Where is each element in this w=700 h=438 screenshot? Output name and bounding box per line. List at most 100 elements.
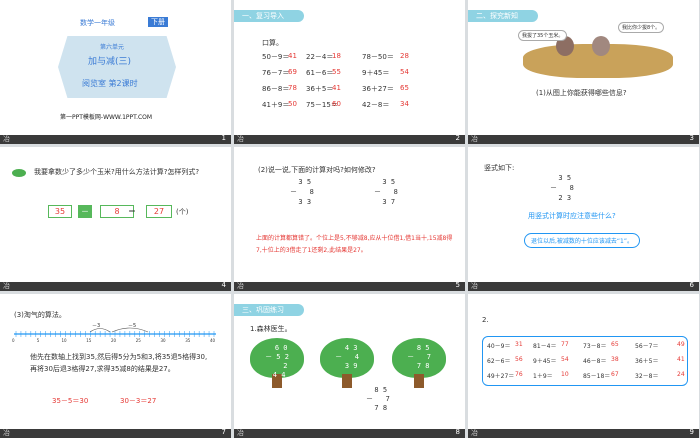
slide-number: 2 xyxy=(455,134,460,142)
calc-question: 22－4＝ xyxy=(306,53,334,61)
slide-thumbnail-3[interactable]: 二、探究新知 我拔了35个玉米。 我比你少拔8个。 (1)从图上你能获得哪些信息… xyxy=(468,0,699,144)
calc-row: 50－9＝ 41 22－4＝ 18 78－50＝ 28 xyxy=(262,52,442,64)
slide-thumbnail-1[interactable]: 数学一年级 下册 第六单元 加与减(三) 阅览室 第2课时 第一PPT模板网-W… xyxy=(0,0,231,144)
calc-answer: 34 xyxy=(400,100,409,108)
calc-question: 50－9＝ xyxy=(262,53,290,61)
slide-thumbnail-8[interactable]: 三、巩固练习 1.森林医生。 6 0 － 5 2 2 4 4 4 3 － 4 3… xyxy=(234,294,465,438)
number-box-1: 35 xyxy=(48,205,72,218)
slide-footer: 冶6 xyxy=(468,281,699,291)
slide-thumbnail-9[interactable]: 2. 40－9＝ 31 81－4＝ 77 73－8＝ 65 56－7＝ 49 62－6＝ 56 9＋… xyxy=(468,294,699,438)
equals-sign: ＝ xyxy=(128,207,136,216)
practice-question: 81－4＝ xyxy=(533,343,557,350)
calc-question: 36＋27＝ xyxy=(362,85,394,93)
practice-question: 49＋27＝ xyxy=(487,373,515,380)
practice-answer: 77 xyxy=(561,341,569,348)
tree-problem-1: 6 0 － 5 2 2 4 4 xyxy=(250,338,304,388)
speech-bubble-1: 我拔了35个玉米。 xyxy=(518,30,568,41)
practice-question: 36＋5＝ xyxy=(635,358,659,365)
prompt-text: 用竖式计算时应注意些什么? xyxy=(528,212,616,220)
tick-labels: 0 5 10 15 20 25 30 35 40 xyxy=(12,338,218,344)
equation-2: 30－3＝27 xyxy=(120,397,157,405)
tree-problem-2: 4 3 － 4 3 9 xyxy=(320,338,374,388)
operator-box: － xyxy=(78,205,92,218)
practice-answer: 24 xyxy=(677,371,685,378)
calc-question: 78－50＝ xyxy=(362,53,394,61)
practice-question: 62－6＝ xyxy=(487,358,511,365)
slide-footer: 冶5 xyxy=(234,281,465,291)
tick-label: 15 xyxy=(86,338,92,343)
practice-answer: 67 xyxy=(611,371,619,378)
slide-grid: 数学一年级 下册 第六单元 加与减(三) 阅览室 第2课时 第一PPT模板网-W… xyxy=(0,0,700,438)
practice-question: 85－18＝ xyxy=(583,373,611,380)
calc-answer: 18 xyxy=(332,52,341,60)
calc-question: 36＋5＝ xyxy=(306,85,334,93)
practice-answer: 65 xyxy=(611,341,619,348)
calc-answer: 55 xyxy=(332,68,341,76)
calc-answer: 60 xyxy=(332,100,341,108)
heading-text: (3)淘气的算法。 xyxy=(14,311,66,319)
equation-1: 35－5＝30 xyxy=(52,397,89,405)
calc-row: 76－7＝ 69 61－6＝ 55 9＋45＝ 54 xyxy=(262,68,442,80)
slide-number: 7 xyxy=(221,428,226,436)
slide-thumbnail-7[interactable]: (3)淘气的算法。 －3 －5 0 5 10 15 20 25 30 35 40 他先在数轴上找… xyxy=(0,294,231,438)
brand-text: 第一PPT模板网-WWW.1PPT.COM xyxy=(60,114,153,121)
slide-footer: 冶2 xyxy=(234,134,465,144)
calc-question: 86－8＝ xyxy=(262,85,290,93)
slide-footer: 冶7 xyxy=(0,428,231,438)
section-tag: 一、复习导入 xyxy=(234,10,304,22)
calc-answer: 69 xyxy=(288,68,297,76)
tick-label: 10 xyxy=(61,338,67,343)
calc-question: 61－6＝ xyxy=(306,69,334,77)
slide-thumbnail-4[interactable]: 我要拿数少了多少个玉米?用什么方法计算?怎样列式? 35 － 8 ＝ 27 (个… xyxy=(0,147,231,291)
corrected-calc: 8 5 － 7 7 8 xyxy=(366,386,390,412)
tick-label: 30 xyxy=(160,338,166,343)
calc-answer: 78 xyxy=(288,84,297,92)
question-text: 我要拿数少了多少个玉米?用什么方法计算?怎样列式? xyxy=(34,168,200,176)
slide-thumbnail-6[interactable]: 竖式如下: 3 5 － 8 2 3 用竖式计算时应注意些什么? 退位以后,被减数… xyxy=(468,147,699,291)
practice-question: 73－8＝ xyxy=(583,343,607,350)
unit-label: (个) xyxy=(176,208,189,216)
vertical-calc: 3 5 － 8 2 3 xyxy=(550,174,574,202)
explanation-text: 上面的计算都算错了。个位上是5,不够减8,应从十位借1,借1当十,15减8得7,… xyxy=(256,235,453,254)
practice-question: 56－7＝ xyxy=(635,343,659,350)
practice-answer: 41 xyxy=(677,356,685,363)
slide-number: 9 xyxy=(689,428,694,436)
tree-problem-3: 8 5 － 7 7 8 xyxy=(392,338,446,388)
calc-question: 41＋9＝ xyxy=(262,101,290,109)
leaf-icon xyxy=(12,169,26,177)
slide-number: 5 xyxy=(455,281,460,289)
practice-question: 1＋9＝ xyxy=(533,373,553,380)
tick-label: 35 xyxy=(185,338,191,343)
explanation-line-2: 再将30后退3格得27,求得35减8的结果是27。 xyxy=(30,365,175,373)
practice-grid: 40－9＝ 31 81－4＝ 77 73－8＝ 65 56－7＝ 49 62－6＝ 56 9＋45＝… xyxy=(482,336,688,386)
heading-text: 竖式如下: xyxy=(484,164,515,172)
lesson-subtitle: 阅览室 第2课时 xyxy=(82,79,138,88)
slide-number: 1 xyxy=(221,134,226,142)
slide-footer: 冶4 xyxy=(0,281,231,291)
practice-question: 46－8＝ xyxy=(583,358,607,365)
slide-number: 4 xyxy=(221,281,226,289)
slide-footer: 冶3 xyxy=(468,134,699,144)
calc-answer: 54 xyxy=(400,68,409,76)
calc-answer: 28 xyxy=(400,52,409,60)
calc-answer: 41 xyxy=(332,84,341,92)
practice-question: 40－9＝ xyxy=(487,343,511,350)
tick-label: 40 xyxy=(210,338,216,343)
practice-answer: 54 xyxy=(561,356,569,363)
calc-answer: 50 xyxy=(288,100,297,108)
calc-question: 76－7＝ xyxy=(262,69,290,77)
slide-thumbnail-2[interactable]: 一、复习导入 口算。 50－9＝ 41 22－4＝ 18 78－50＝ 28 76－7＝ 69… xyxy=(234,0,465,144)
slide-number: 6 xyxy=(689,281,694,289)
exercise-heading: 口算。 xyxy=(262,39,283,47)
slide-footer: 冶8 xyxy=(234,428,465,438)
slide-number: 8 xyxy=(455,428,460,436)
practice-answer: 49 xyxy=(677,341,685,348)
slide-footer: 冶1 xyxy=(0,134,231,144)
slide-footer: 冶9 xyxy=(468,428,699,438)
practice-question: 9＋45＝ xyxy=(533,358,557,365)
bear-character-2 xyxy=(592,36,610,56)
question-text: (1)从图上你能获得哪些信息? xyxy=(536,89,627,97)
volume-badge: 下册 xyxy=(148,17,168,27)
practice-answer: 10 xyxy=(561,371,569,378)
slide-thumbnail-5[interactable]: (2)说一说,下面的计算对吗?如何修改? 3 5 － 8 3 3 3 5 － 8… xyxy=(234,147,465,291)
